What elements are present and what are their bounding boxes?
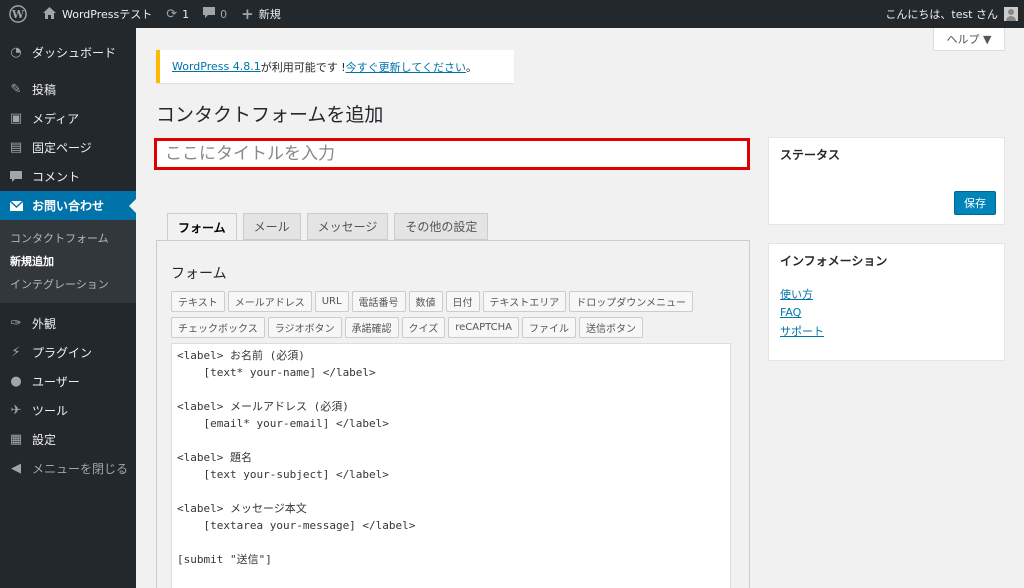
pin-icon: ✎ [10, 82, 22, 97]
tag-button-textarea[interactable]: テキストエリア [482, 291, 567, 312]
tag-generator-buttons: テキスト メールアドレス URL 電話番号 数値 日付 テキストエリア ドロップ… [171, 291, 731, 343]
tag-button-radio[interactable]: ラジオボタン [267, 317, 342, 338]
collapse-icon: ◀ [11, 461, 21, 476]
tag-button-submit[interactable]: 送信ボタン [578, 317, 643, 338]
tag-button-date[interactable]: 日付 [445, 291, 480, 312]
home-icon [43, 6, 56, 22]
sidebar-item-label: 設定 [32, 433, 57, 447]
page-title: コンタクトフォームを追加 [156, 104, 384, 126]
tag-button-quiz[interactable]: クイズ [401, 317, 446, 338]
faq-link[interactable]: FAQ [780, 306, 1004, 319]
save-button[interactable]: 保存 [954, 191, 996, 215]
page-icon: ▤ [9, 140, 23, 155]
information-box: インフォメーション 使い方 FAQ サポート [768, 243, 1005, 361]
updates-link[interactable]: ⟳ 1 [159, 0, 196, 28]
sidebar-item-settings[interactable]: ▦ 設定 [0, 425, 136, 454]
tab-mail[interactable]: メール [242, 213, 301, 240]
sidebar-item-comments[interactable]: コメント [0, 162, 136, 191]
sidebar-item-appearance[interactable]: ✑ 外観 [0, 309, 136, 338]
status-box-title: ステータス [780, 147, 841, 162]
sidebar-item-pages[interactable]: ▤ 固定ページ [0, 133, 136, 162]
sidebar-item-media[interactable]: ▣ メディア [0, 104, 136, 133]
notice-text: が利用可能です ! [260, 60, 346, 74]
tag-button-recaptcha[interactable]: reCAPTCHA [448, 317, 519, 338]
wordpress-logo-icon[interactable]: W [0, 0, 36, 28]
sidebar-item-label: メディア [32, 112, 80, 126]
sidebar-item-posts[interactable]: ✎ 投稿 [0, 75, 136, 104]
svg-text:W: W [11, 8, 25, 21]
sidebar-item-contact[interactable]: お問い合わせ [0, 191, 136, 220]
tag-button-url[interactable]: URL [314, 291, 349, 312]
tag-button-checkbox[interactable]: チェックボックス [171, 317, 265, 338]
tag-button-tel[interactable]: 電話番号 [351, 291, 406, 312]
mail-icon [8, 198, 24, 214]
tag-button-email[interactable]: メールアドレス [227, 291, 312, 312]
sidebar-item-label: 外観 [32, 317, 57, 331]
site-name: WordPressテスト [62, 8, 153, 21]
brush-icon: ✑ [10, 316, 22, 331]
submenu-item-add-new[interactable]: 新規追加 [0, 249, 136, 272]
tag-button-dropdown[interactable]: ドロップダウンメニュー [569, 291, 693, 312]
docs-link[interactable]: 使い方 [780, 286, 1004, 302]
wrench-icon: ✈ [10, 403, 22, 418]
tag-button-number[interactable]: 数値 [408, 291, 443, 312]
update-notice: WordPress 4.8.1 が利用可能です ! 今すぐ更新してください 。 [156, 50, 514, 83]
sidebar-item-users[interactable]: ● ユーザー [0, 367, 136, 396]
greeting-text: こんにちは、test さん [885, 8, 998, 21]
tag-button-text[interactable]: テキスト [171, 291, 225, 312]
sidebar-item-label: ツール [32, 404, 69, 418]
sidebar-item-dashboard[interactable]: ◔ ダッシュボード [0, 38, 136, 67]
dashboard-icon: ◔ [10, 45, 22, 60]
tag-button-acceptance[interactable]: 承諾確認 [344, 317, 399, 338]
tag-button-file[interactable]: ファイル [521, 317, 576, 338]
submenu-item-contact-forms[interactable]: コンタクトフォーム [0, 226, 136, 249]
status-box: ステータス 保存 [768, 137, 1005, 225]
notice-text-end: 。 [465, 60, 477, 74]
sidebar-item-label: 固定ページ [32, 141, 92, 155]
help-tab-button[interactable]: ヘルプ ▼ [933, 28, 1005, 51]
sidebar-item-label: お問い合わせ [32, 199, 105, 213]
sidebar-item-label: プラグイン [32, 346, 93, 360]
updates-count: 1 [182, 7, 190, 21]
plugin-icon: ⚡ [11, 345, 21, 360]
sidebar-item-tools[interactable]: ✈ ツール [0, 396, 136, 425]
plus-icon: + [241, 5, 254, 23]
sidebar-item-label: ユーザー [32, 375, 80, 389]
updates-icon: ⟳ [166, 6, 178, 22]
tab-form[interactable]: フォーム [167, 213, 237, 241]
my-account-link[interactable]: こんにちは、test さん [878, 0, 1024, 28]
comment-icon [8, 169, 24, 185]
user-icon: ● [10, 374, 22, 389]
comments-link[interactable]: 0 [196, 0, 234, 28]
tab-additional-settings[interactable]: その他の設定 [394, 213, 489, 240]
new-content-link[interactable]: + 新規 [234, 0, 288, 28]
media-icon: ▣ [9, 111, 23, 126]
sidebar-item-label: コメント [32, 170, 81, 184]
update-now-link[interactable]: 今すぐ更新してください [346, 59, 466, 75]
settings-icon: ▦ [9, 432, 23, 447]
support-link[interactable]: サポート [780, 323, 1004, 339]
version-link[interactable]: WordPress 4.8.1 [172, 60, 261, 73]
sidebar-item-label: メニューを閉じる [32, 462, 129, 476]
sidebar-item-label: 投稿 [32, 83, 57, 97]
site-name-link[interactable]: WordPressテスト [36, 0, 159, 28]
admin-bar: W WordPressテスト ⟳ 1 0 + 新規 こんにちは、test さん [0, 0, 1024, 28]
comment-bubble-icon [203, 7, 216, 21]
sidebar-item-plugins[interactable]: ⚡ プラグイン [0, 338, 136, 367]
sidebar-item-label: ダッシュボード [32, 46, 117, 60]
admin-sidebar: ◔ ダッシュボード ✎ 投稿 ▣ メディア ▤ 固定ページ コメント お問い合わ… [0, 28, 136, 588]
sidebar-item-collapse[interactable]: ◀ メニューを閉じる [0, 454, 136, 483]
form-heading: フォーム [171, 266, 227, 282]
form-template-editor[interactable]: <label> お名前 (必須) [text* your-name] </lab… [171, 343, 731, 588]
avatar [1004, 7, 1018, 21]
information-box-title: インフォメーション [780, 253, 888, 268]
form-tabs: フォーム メール メッセージ その他の設定 [167, 213, 494, 241]
title-input[interactable] [154, 138, 750, 170]
submenu-item-integration[interactable]: インテグレーション [0, 272, 136, 295]
contact-submenu: コンタクトフォーム 新規追加 インテグレーション [0, 220, 136, 303]
tab-messages[interactable]: メッセージ [306, 213, 389, 240]
form-panel: フォーム テキスト メールアドレス URL 電話番号 数値 日付 テキストエリア… [156, 240, 750, 588]
new-label: 新規 [258, 8, 281, 21]
comments-count: 0 [220, 7, 228, 21]
